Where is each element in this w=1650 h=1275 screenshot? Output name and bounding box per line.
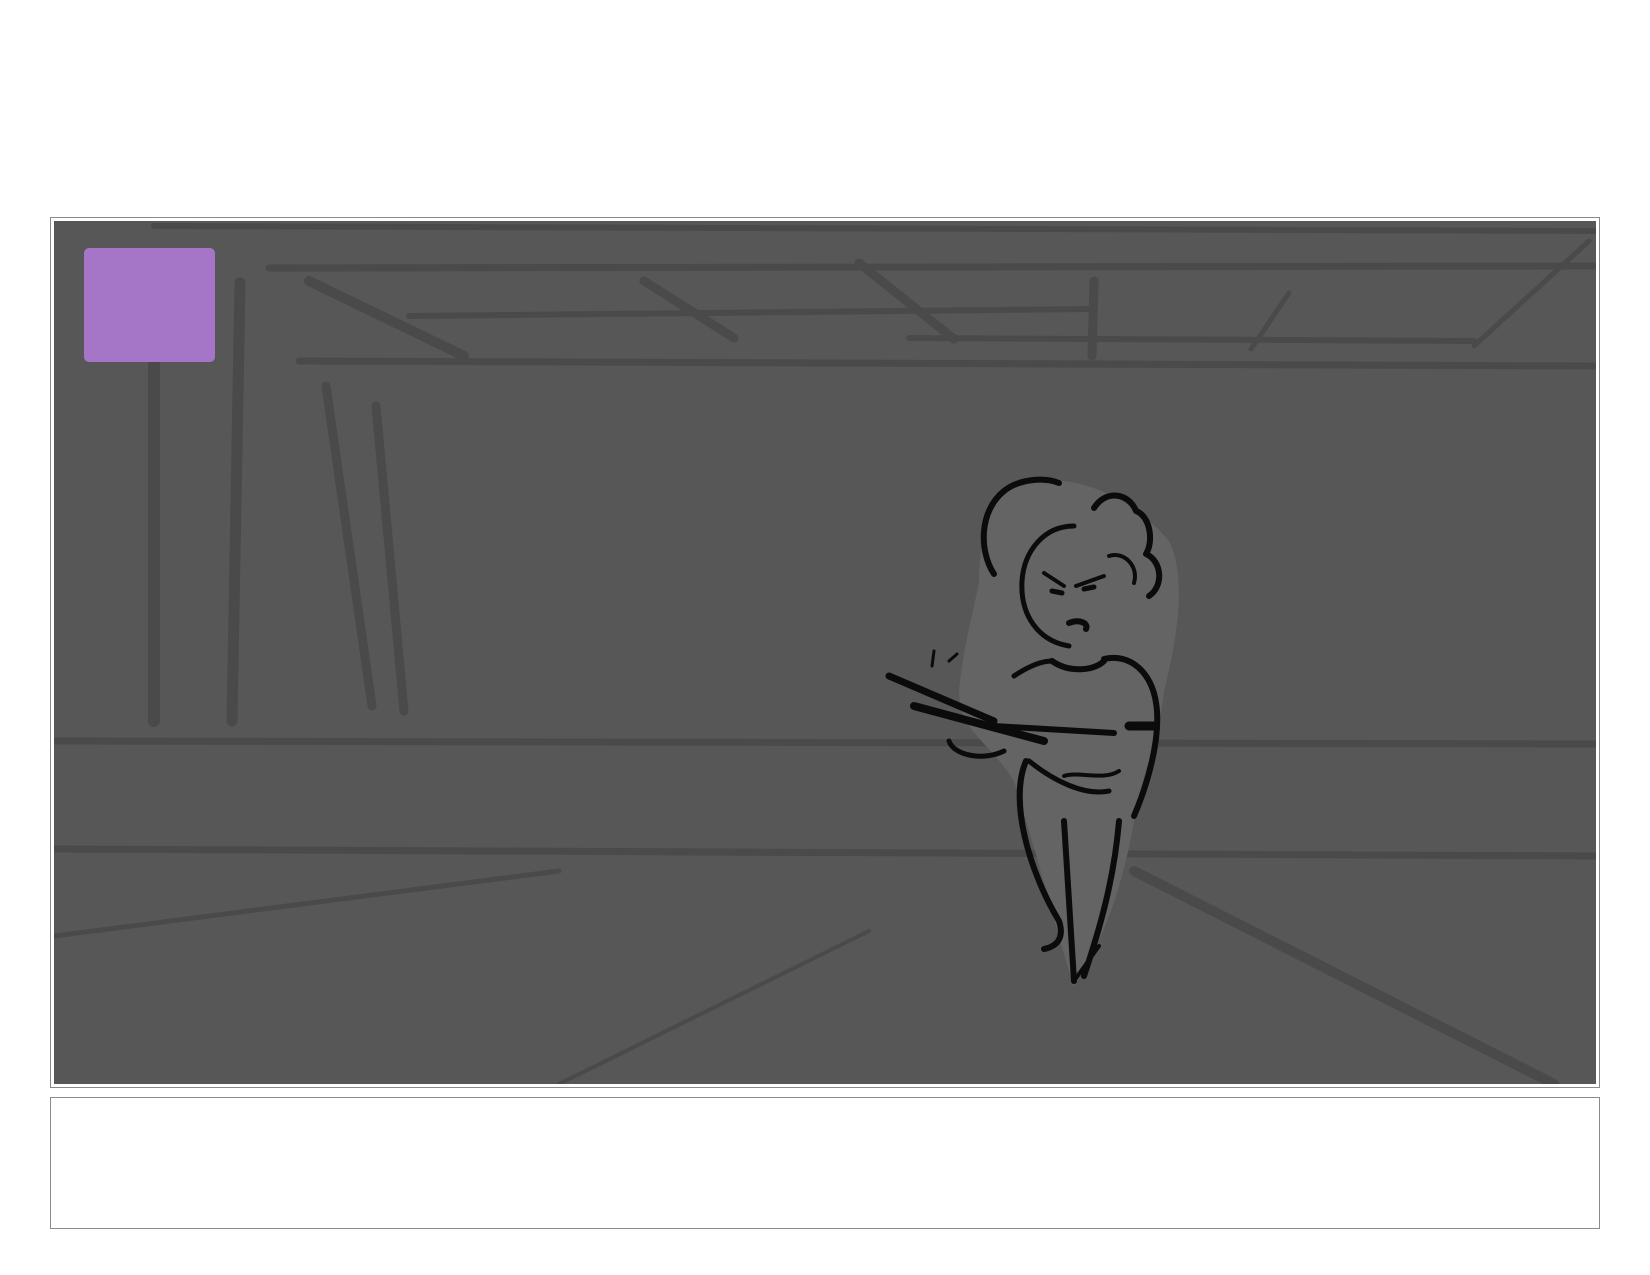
color-marker-swatch [84, 248, 215, 362]
caption-box[interactable] [50, 1097, 1600, 1229]
background-sketch-lines [54, 223, 1596, 1084]
character-figure [885, 476, 1179, 986]
scene-sketch [54, 223, 1596, 1084]
storyboard-panel-image [54, 221, 1596, 1084]
